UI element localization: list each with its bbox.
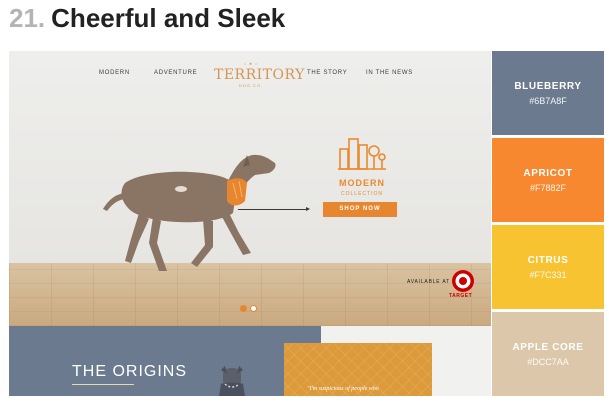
swatch-name: APPLE CORE bbox=[512, 341, 584, 353]
logo-subline: DOG CO. bbox=[238, 83, 264, 88]
heading-title: Cheerful and Sleek bbox=[51, 3, 286, 33]
dog-pointer-line bbox=[238, 207, 310, 211]
nav-link-the-story[interactable]: THE STORY bbox=[307, 70, 347, 76]
nav-link-modern[interactable]: MODERN bbox=[99, 70, 130, 76]
shop-now-button[interactable]: SHOP NOW bbox=[323, 202, 397, 217]
origins-section: THE ORIGINS "I'm suspicious of people wh… bbox=[9, 326, 491, 396]
dog-illustration bbox=[103, 154, 276, 271]
collection-title: MODERN bbox=[339, 178, 385, 188]
nav-link-adventure[interactable]: ADVENTURE bbox=[154, 70, 197, 76]
quote-text: "I'm suspicious of people who bbox=[307, 386, 379, 392]
modern-collection-promo: MODERN COLLECTION bbox=[319, 135, 405, 197]
swatch-name: CITRUS bbox=[527, 254, 569, 266]
swatch-blueberry: BLUEBERRY #6B7A8F bbox=[492, 51, 604, 135]
nav-link-in-the-news[interactable]: IN THE NEWS bbox=[366, 70, 413, 76]
target-logo-icon[interactable] bbox=[451, 269, 475, 293]
target-wordmark: TARGET bbox=[449, 293, 473, 299]
origins-underline bbox=[72, 384, 134, 385]
logo-wordmark: TERRITORY bbox=[214, 67, 305, 83]
dog-portrait-illustration bbox=[219, 366, 245, 396]
swatch-apricot: APRICOT #F7882F bbox=[492, 138, 604, 222]
collection-subtitle: COLLECTION bbox=[341, 191, 383, 197]
swatch-name: APRICOT bbox=[523, 167, 573, 179]
website-hero-screenshot: MODERN ADVENTURE • ★ • TERRITORY DOG CO.… bbox=[9, 51, 491, 326]
heading-number: 21. bbox=[9, 3, 46, 33]
origins-title: THE ORIGINS bbox=[72, 363, 188, 380]
swatch-apple-core: APPLE CORE #DCC7AA bbox=[492, 312, 604, 396]
swatch-hex: #F7882F bbox=[529, 182, 567, 193]
territory-logo[interactable]: • ★ • TERRITORY DOG CO. bbox=[214, 61, 305, 91]
swatch-name: BLUEBERRY bbox=[514, 80, 582, 92]
available-at-label: AVAILABLE AT bbox=[407, 279, 450, 285]
swatch-hex: #6B7A8F bbox=[529, 95, 567, 106]
swatch-hex: #F7C331 bbox=[529, 269, 567, 280]
swatch-citrus: CITRUS #F7C331 bbox=[492, 225, 604, 309]
swatch-hex: #DCC7AA bbox=[527, 356, 569, 367]
article-heading: 21. Cheerful and Sleek bbox=[9, 2, 285, 34]
carousel-dot-1[interactable] bbox=[240, 305, 247, 312]
city-skyline-icon bbox=[338, 138, 386, 170]
carousel-dot-2[interactable] bbox=[250, 305, 257, 312]
origins-blue-panel bbox=[9, 326, 321, 396]
